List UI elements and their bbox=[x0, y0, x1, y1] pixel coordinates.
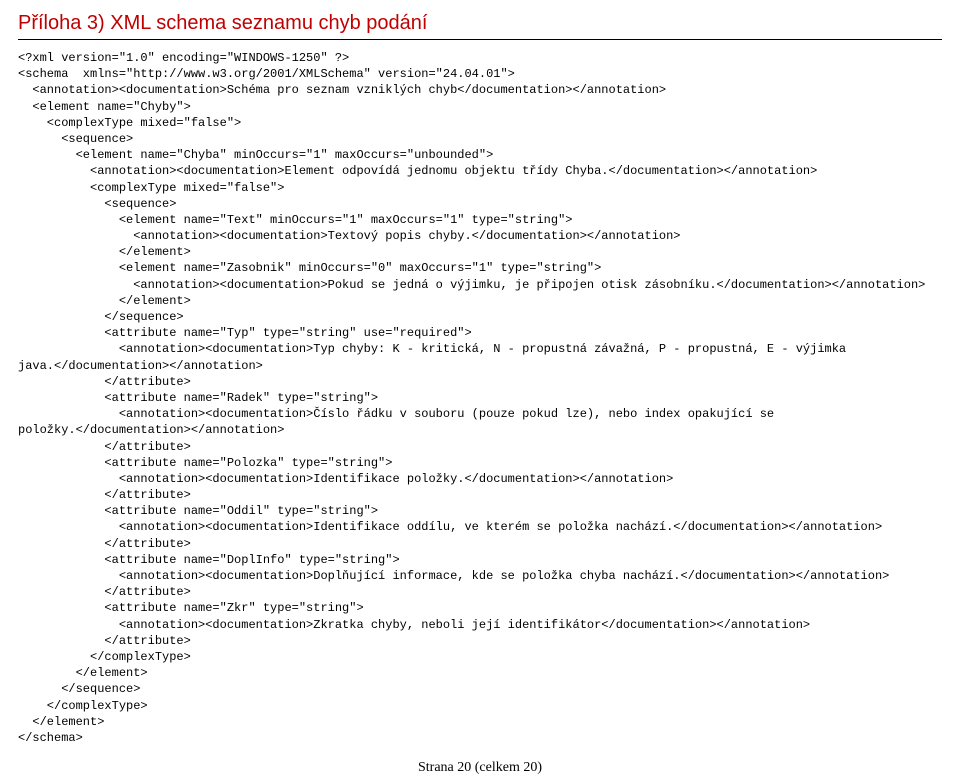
page-footer: Strana 20 (celkem 20) bbox=[18, 760, 942, 776]
page-heading: Příloha 3) XML schema seznamu chyb podán… bbox=[18, 12, 942, 40]
xml-code-block: <?xml version="1.0" encoding="WINDOWS-12… bbox=[18, 50, 942, 746]
